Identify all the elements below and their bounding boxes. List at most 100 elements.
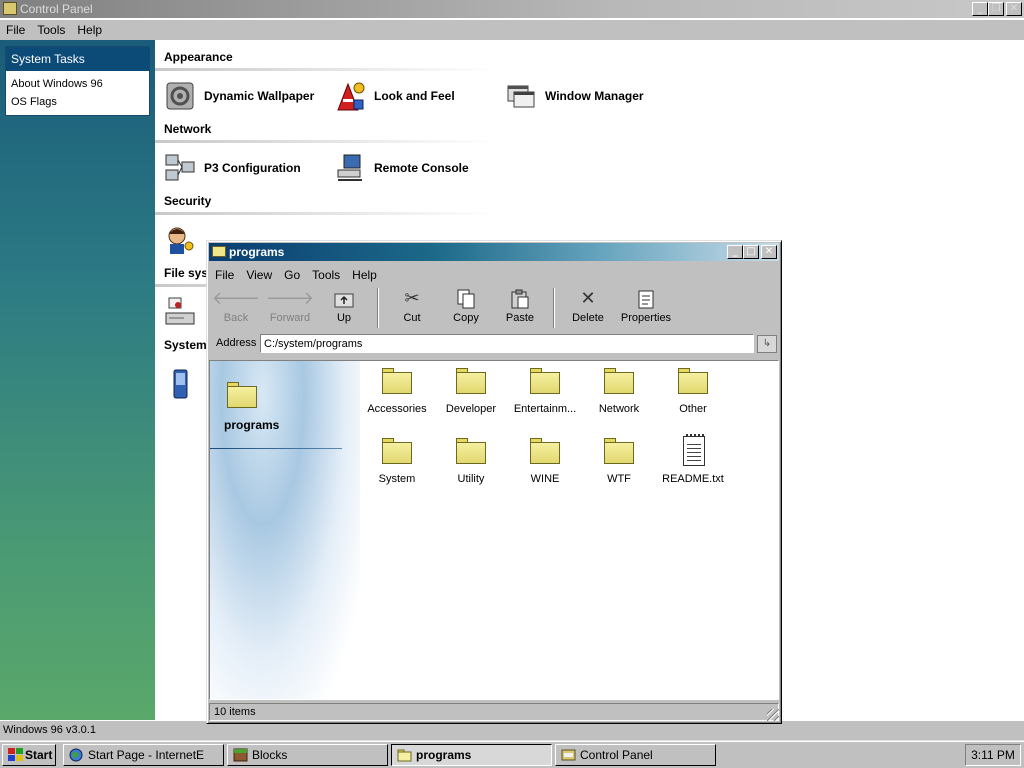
close-button[interactable]: ✕ bbox=[1006, 2, 1022, 16]
file-item[interactable]: README.txt bbox=[656, 434, 730, 485]
control-panel-titlebar[interactable]: Control Panel _ ❐ ✕ bbox=[0, 0, 1024, 18]
applet-remote-console[interactable]: Remote Console bbox=[334, 152, 469, 184]
item-label: Other bbox=[679, 403, 707, 415]
task-about-windows[interactable]: About Windows 96 bbox=[6, 75, 149, 93]
paste-label: Paste bbox=[505, 312, 535, 324]
item-label: System bbox=[378, 473, 416, 485]
folder-watermark-panel: programs bbox=[210, 361, 360, 699]
forward-arrow-icon: 🡒 bbox=[265, 288, 315, 309]
folder-item[interactable]: Accessories bbox=[360, 365, 434, 415]
explorer-titlebar[interactable]: programs _ □ ✕ bbox=[209, 243, 779, 261]
folder-item[interactable]: System bbox=[360, 435, 434, 485]
copy-label: Copy bbox=[453, 312, 479, 324]
menu-tools[interactable]: Tools bbox=[306, 265, 346, 285]
task-control-panel[interactable]: Control Panel bbox=[555, 744, 716, 766]
folder-item[interactable]: Other bbox=[656, 365, 730, 415]
folder-item[interactable]: Developer bbox=[434, 365, 508, 415]
folder-item[interactable]: Entertainm... bbox=[508, 365, 582, 415]
task-programs[interactable]: programs bbox=[391, 744, 552, 766]
back-label: Back bbox=[223, 312, 249, 324]
applet-label: Look and Feel bbox=[374, 89, 455, 103]
task-start-page[interactable]: Start Page - InternetE bbox=[63, 744, 224, 766]
category-divider bbox=[155, 212, 495, 215]
paste-button[interactable]: Paste bbox=[493, 286, 547, 330]
maximize-button[interactable]: □ bbox=[743, 245, 759, 259]
forward-button[interactable]: 🡒 Forward bbox=[263, 286, 317, 330]
applet-system-device[interactable] bbox=[164, 368, 204, 400]
applet-p3-configuration[interactable]: P3 Configuration bbox=[164, 152, 301, 184]
item-label: Network bbox=[598, 403, 640, 415]
applet-look-and-feel[interactable]: Look and Feel bbox=[334, 80, 455, 112]
menu-tools[interactable]: Tools bbox=[31, 20, 71, 40]
folder-item[interactable]: WINE bbox=[508, 435, 582, 485]
go-arrow-icon[interactable]: ↳ bbox=[757, 335, 777, 353]
folder-icon bbox=[212, 246, 226, 257]
menu-view[interactable]: View bbox=[240, 265, 278, 285]
toolbar-separator bbox=[377, 288, 379, 328]
folder-icon bbox=[603, 365, 635, 397]
start-label: Start bbox=[25, 748, 53, 762]
applet-security-user[interactable] bbox=[164, 224, 204, 256]
applet-label: P3 Configuration bbox=[204, 161, 301, 175]
folder-icon bbox=[529, 435, 561, 467]
task-blocks[interactable]: Blocks bbox=[227, 744, 388, 766]
menu-file[interactable]: File bbox=[0, 20, 31, 40]
task-label: Blocks bbox=[252, 748, 288, 762]
applet-dynamic-wallpaper[interactable]: Dynamic Wallpaper bbox=[164, 80, 314, 112]
folder-icon bbox=[529, 365, 561, 397]
cut-button[interactable]: ✂ Cut bbox=[385, 286, 439, 330]
menu-help[interactable]: Help bbox=[71, 20, 108, 40]
toolbar-separator bbox=[553, 288, 555, 328]
item-label: WINE bbox=[530, 473, 560, 485]
properties-button[interactable]: Properties bbox=[615, 286, 677, 330]
folder-icon bbox=[381, 365, 413, 397]
folder-item[interactable]: Utility bbox=[434, 435, 508, 485]
applet-window-manager[interactable]: Window Manager bbox=[505, 80, 644, 112]
explorer-title: programs bbox=[229, 245, 285, 259]
category-appearance: Appearance bbox=[164, 50, 233, 64]
start-button[interactable]: Start bbox=[2, 744, 56, 766]
applet-drive[interactable] bbox=[164, 296, 204, 328]
user-key-icon bbox=[164, 224, 196, 256]
back-button[interactable]: 🡐 Back bbox=[209, 286, 263, 330]
control-panel-icon bbox=[3, 2, 17, 15]
minimize-button[interactable]: _ bbox=[972, 2, 988, 16]
window-manager-icon bbox=[505, 80, 537, 112]
address-input[interactable] bbox=[260, 334, 754, 353]
up-label: Up bbox=[336, 312, 352, 324]
menu-file[interactable]: File bbox=[209, 265, 240, 285]
folder-item[interactable]: Network bbox=[582, 365, 656, 415]
explorer-menubar: File View Go Tools Help bbox=[209, 265, 383, 285]
close-button[interactable]: ✕ bbox=[761, 245, 777, 259]
folder-item[interactable]: WTF bbox=[582, 435, 656, 485]
folder-icon bbox=[455, 435, 487, 467]
applet-label: Remote Console bbox=[374, 161, 469, 175]
up-button[interactable]: Up bbox=[317, 286, 371, 330]
system-tray-clock[interactable]: 3:11 PM bbox=[965, 744, 1021, 766]
delete-button[interactable]: ✕ Delete bbox=[561, 286, 615, 330]
item-label: Entertainm... bbox=[513, 403, 577, 415]
copy-icon bbox=[439, 286, 493, 312]
item-label: README.txt bbox=[662, 473, 724, 485]
applet-label: Window Manager bbox=[545, 89, 644, 103]
restore-button[interactable]: ❐ bbox=[988, 2, 1004, 16]
paste-icon bbox=[493, 286, 547, 312]
task-os-flags[interactable]: OS Flags bbox=[6, 93, 149, 111]
folder-view: programs Accessories Developer Entertainm.… bbox=[209, 360, 779, 700]
resize-grip[interactable] bbox=[767, 709, 779, 721]
category-file-systems: File sys bbox=[164, 266, 209, 280]
folder-icon bbox=[677, 365, 709, 397]
folder-icon bbox=[397, 748, 412, 762]
look-and-feel-icon bbox=[334, 80, 366, 112]
copy-button[interactable]: Copy bbox=[439, 286, 493, 330]
network-computers-icon bbox=[164, 152, 196, 184]
remote-console-icon bbox=[334, 152, 366, 184]
menu-go[interactable]: Go bbox=[278, 265, 306, 285]
minimize-button[interactable]: _ bbox=[727, 245, 743, 259]
wallpaper-icon bbox=[164, 80, 196, 112]
menu-help[interactable]: Help bbox=[346, 265, 383, 285]
text-file-icon bbox=[677, 434, 709, 467]
forward-label: Forward bbox=[269, 312, 311, 324]
task-label: Start Page - InternetE bbox=[88, 748, 205, 762]
system-tasks-header: System Tasks bbox=[6, 47, 149, 72]
